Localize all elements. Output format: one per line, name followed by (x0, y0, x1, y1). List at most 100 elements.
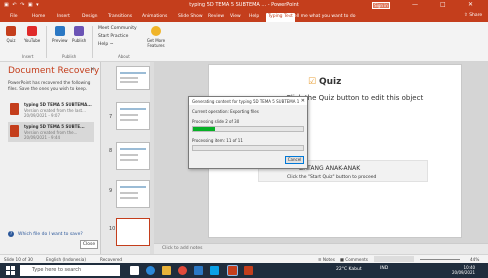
chrome-icon[interactable] (178, 266, 187, 275)
help-icon: ? (8, 231, 14, 237)
slide-number: 8 (109, 148, 113, 154)
powerpoint-file-icon (10, 125, 19, 137)
tab-design[interactable]: Design (80, 13, 100, 22)
tab-file[interactable]: File (8, 13, 20, 22)
zoom-slider[interactable] (420, 259, 460, 260)
file-time: 20/09/2021 - 9:07 (24, 113, 61, 118)
zoom-level[interactable]: 44% (470, 257, 479, 262)
current-operation: Current operation: Exporting files (192, 109, 259, 114)
tell-me-search[interactable]: ⌕ Tell me what you want to do (288, 13, 355, 19)
recovered-file[interactable]: typing 5D TEMA 5 SUBTEMA... Version crea… (8, 100, 94, 120)
minimize-button[interactable]: — (412, 1, 418, 8)
slide-progress-bar (192, 126, 304, 132)
ribbon-separator (92, 26, 93, 58)
status-bar: Slide 10 of 30 English (Indonesia) Recov… (0, 254, 488, 263)
meet-community-link[interactable]: Meet Community (98, 26, 137, 31)
tab-slide-show[interactable]: Slide Show (176, 13, 205, 22)
preview-button[interactable]: Preview (52, 26, 68, 43)
dialog-title: Generating content for typing 5D TEMA 5 … (189, 97, 307, 105)
taskbar: Type here to search 22°C Kabut IND 10:40… (0, 263, 488, 278)
language-indicator[interactable]: English (Indonesia) (46, 257, 86, 262)
cancel-button[interactable]: Cancel (285, 156, 304, 164)
slide-counter: Slide 10 of 30 (4, 257, 33, 262)
help-link[interactable]: Help ~ (98, 42, 113, 47)
tab-animations[interactable]: Animations (140, 13, 169, 22)
recovery-close-button[interactable]: Close (80, 240, 98, 249)
processing-slide-label: Processing slide 2 of 30 (192, 119, 240, 124)
quick-access-toolbar[interactable]: ▣ ↶ ↷ ▣ ▾ (4, 2, 40, 8)
notes-pane[interactable]: Click to add notes (154, 243, 488, 254)
quiz-logo: ☑ Quiz (308, 77, 342, 87)
tab-transitions[interactable]: Transitions (106, 13, 134, 22)
group-publish-label: Publish (62, 54, 77, 59)
processing-item-label: Processing item: 11 of 11 (192, 138, 243, 143)
file-time: 20/09/2021 - 9:44 (24, 135, 61, 140)
recovered-status: Recovered (100, 257, 123, 262)
slide-caption-sub: Click the "Start Quiz" button to proceed (287, 175, 377, 180)
start-practice-link[interactable]: Start Practice (98, 34, 128, 39)
quiz-button[interactable]: Quiz (6, 26, 16, 43)
tab-insert[interactable]: Insert (55, 13, 72, 22)
slide-number: 9 (109, 188, 113, 194)
close-window-button[interactable]: ✕ (468, 1, 473, 8)
weather-widget[interactable]: 22°C Kabut (336, 267, 362, 272)
language-tray[interactable]: IND (380, 266, 388, 271)
ribbon-separator (46, 26, 47, 58)
youtube-button[interactable]: YouTube (24, 26, 40, 43)
slide-thumbnail[interactable] (116, 102, 150, 130)
slide-number: 10 (109, 226, 116, 232)
taskbar-search[interactable]: Type here to search (20, 265, 120, 276)
slide-thumbnail[interactable] (116, 66, 150, 90)
file-name: typing 5D TEMA 5 SUBTEMA... (24, 102, 92, 107)
slide-thumbnail[interactable] (116, 180, 150, 208)
lightbulb-icon (151, 26, 161, 36)
item-progress-bar (192, 145, 304, 151)
window-title: typing 5D TEMA 5 SUBTEMA ... - PowerPoin… (189, 2, 299, 8)
clock[interactable]: 10:40 20/09/2021 (452, 265, 475, 275)
comments-button[interactable]: ■ Comments (340, 257, 368, 262)
slide-thumbnail[interactable] (116, 142, 150, 170)
slide-thumbnails-pane: 7 8 9 10 (101, 62, 154, 254)
recovery-description: PowerPoint has recovered the following f… (8, 80, 91, 91)
powerpoint-file-icon (10, 103, 19, 115)
share-button[interactable]: ⇧ Share (464, 13, 482, 18)
slide-caption: DATANG ANAK-ANAK (299, 165, 361, 172)
youtube-icon (27, 26, 38, 36)
tab-home[interactable]: Home (30, 13, 47, 22)
edge-icon[interactable] (146, 266, 155, 275)
view-buttons[interactable] (374, 256, 414, 262)
notes-button[interactable]: ≡ Notes (318, 257, 335, 262)
quiz-icon (6, 26, 16, 36)
get-more-features-button[interactable]: Get More Features (142, 26, 170, 48)
generating-content-dialog: Generating content for typing 5D TEMA 5 … (188, 96, 308, 169)
tab-review[interactable]: Review (206, 13, 226, 22)
group-insert-label: Insert (22, 54, 34, 59)
powerpoint-icon[interactable] (227, 265, 238, 276)
preview-icon (54, 26, 65, 36)
publish-icon (74, 26, 85, 36)
task-view-icon[interactable] (130, 266, 139, 275)
which-file-link[interactable]: Which file do I want to save? (18, 232, 83, 237)
progress-fill (193, 127, 215, 131)
sign-in-button[interactable]: Sign in (372, 2, 390, 9)
recovery-title: Document Recovery (8, 66, 100, 76)
app-icon[interactable] (244, 266, 253, 275)
slide-number: 7 (109, 114, 113, 120)
slide-thumbnail-selected[interactable] (116, 218, 150, 246)
checkbox-icon: ☑ (308, 77, 317, 87)
publish-button[interactable]: Publish (72, 26, 86, 43)
recovered-file[interactable]: typing 5D TEMA 5 SUBTE... Version create… (8, 122, 94, 142)
group-about-label: About (118, 54, 130, 59)
maximize-button[interactable]: □ (440, 1, 446, 8)
tab-view[interactable]: View (228, 13, 243, 22)
windows-start-icon[interactable] (6, 266, 15, 275)
ribbon: Quiz YouTube Insert Preview Publish Publ… (0, 22, 488, 62)
file-explorer-icon[interactable] (162, 266, 171, 275)
store-icon[interactable] (210, 266, 219, 275)
close-icon[interactable]: ✕ (301, 98, 305, 104)
word-icon[interactable] (194, 266, 203, 275)
tab-help[interactable]: Help (247, 13, 261, 22)
ribbon-tabs: File Home Insert Design Transitions Anim… (0, 11, 488, 22)
document-recovery-pane: Document Recovery ✕ PowerPoint has recov… (0, 62, 101, 254)
close-icon[interactable]: ✕ (90, 66, 95, 73)
